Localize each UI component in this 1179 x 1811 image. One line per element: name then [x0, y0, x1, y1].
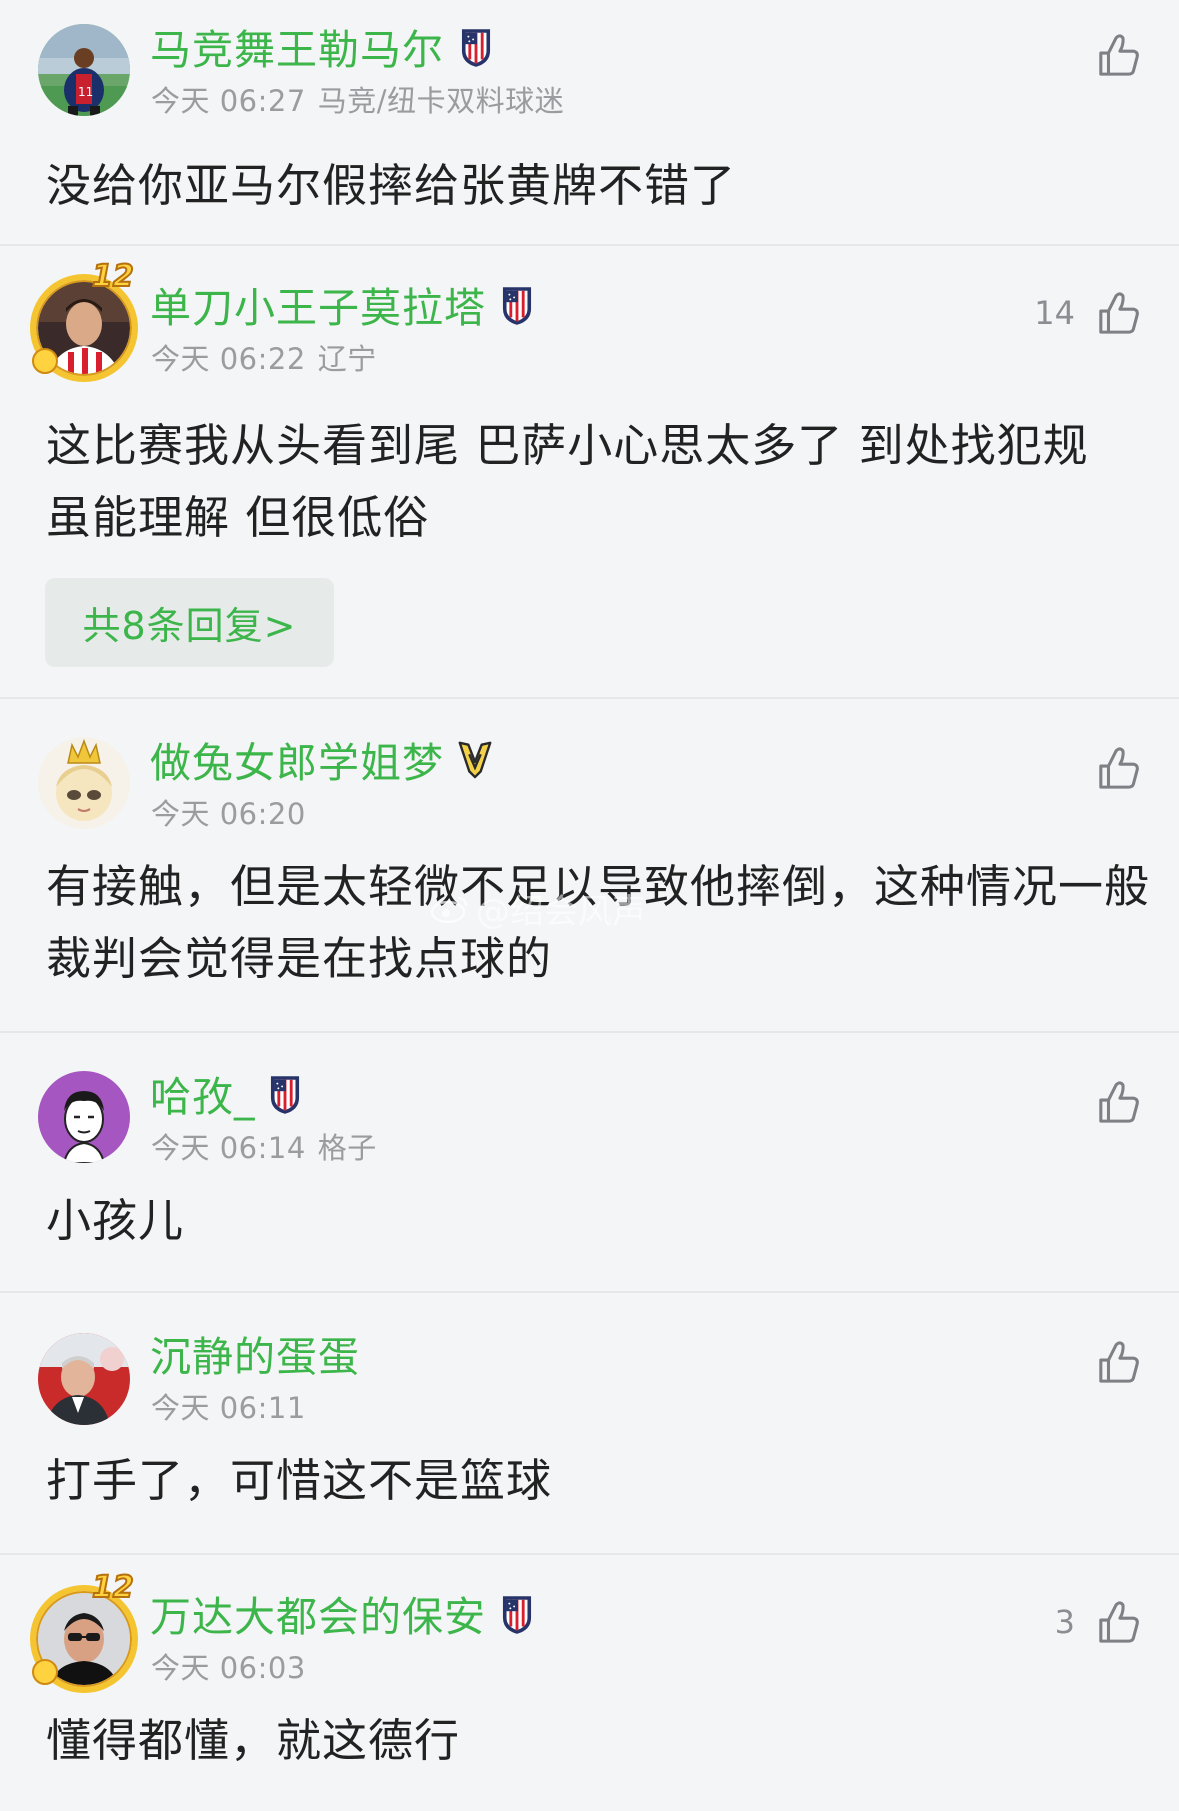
coin-icon	[32, 348, 58, 374]
like-button[interactable]: 14	[1034, 288, 1141, 338]
comment-time: 今天 06:27	[151, 84, 306, 118]
avatar[interactable]: 11	[38, 24, 130, 116]
comment-time: 今天 06:20	[151, 797, 306, 831]
comment-text: 小孩儿	[46, 1194, 185, 1247]
comment-meta: 今天 06:22 辽宁	[151, 345, 377, 374]
level-badge: 12	[91, 1570, 135, 1605]
atletico-crest-icon	[502, 287, 532, 325]
comment-item: 沉静的蛋蛋 今天 06:11 打手了，可惜这不是篮球	[0, 1293, 1179, 1553]
avatar[interactable]: 12	[30, 1572, 138, 1693]
atletico-crest-icon	[461, 29, 491, 67]
username[interactable]: 做兔女郎学姐梦	[150, 743, 444, 784]
comment-time: 今天 06:14	[151, 1131, 306, 1165]
comment-item: 哈孜_ 今天 06:14 格子 小孩儿	[0, 1033, 1179, 1291]
username[interactable]: 哈孜_	[150, 1077, 256, 1118]
comment-text: 懂得都懂，就这德行	[46, 1714, 461, 1767]
comment-meta: 今天 06:20	[151, 800, 306, 829]
username[interactable]: 单刀小王子莫拉塔	[150, 288, 486, 329]
comment-time: 今天 06:11	[151, 1391, 306, 1425]
avatar[interactable]	[38, 1333, 130, 1425]
comment-text: 有接触，但是太轻微不足以导致他摔倒，这种情况一般裁判会觉得是在找点球的	[46, 860, 1151, 985]
comment-text: 没给你亚马尔假摔给张黄牌不错了	[46, 159, 737, 212]
atletico-crest-icon	[270, 1076, 300, 1114]
atletico-crest-icon	[502, 1596, 532, 1634]
comment-meta: 今天 06:11	[151, 1394, 306, 1423]
username[interactable]: 万达大都会的保安	[150, 1597, 486, 1638]
comment-location: 格子	[317, 1131, 377, 1165]
comment-item: 12 万达大都会的保安 今天 06:03 3 懂得都懂，就这德行	[0, 1555, 1179, 1811]
comment-text: 这比赛我从头看到尾 巴萨小心思太多了 到处找犯规 虽能理解 但很低俗	[46, 419, 1089, 544]
thumbs-up-icon	[1099, 747, 1139, 789]
username[interactable]: 马竞舞王勒马尔	[150, 30, 444, 71]
coin-icon	[32, 1659, 58, 1685]
vitality-wasp-icon	[458, 741, 492, 779]
comment-time: 今天 06:03	[151, 1651, 306, 1685]
comment-item: 11 马竞舞王勒马尔 今天 06:27 马竞/纽卡双料球迷 没给你亚马尔假摔给张黄…	[0, 0, 1179, 244]
avatar[interactable]	[38, 1071, 130, 1163]
avatar[interactable]: 12	[30, 261, 138, 382]
thumbs-up-icon	[1099, 1601, 1139, 1643]
avatar[interactable]	[38, 737, 130, 829]
comment-feed: 11 马竞舞王勒马尔 今天 06:27 马竞/纽卡双料球迷 没给你亚马尔假摔给张黄…	[0, 0, 1179, 1811]
comment-meta: 今天 06:03	[151, 1654, 306, 1683]
thumbs-up-icon	[1099, 1341, 1139, 1383]
comment-location: 马竞/纽卡双料球迷	[317, 84, 565, 118]
thumbs-up-icon	[1099, 292, 1139, 334]
like-count: 3	[1054, 1603, 1075, 1641]
comment-item: 做兔女郎学姐梦 今天 06:20 有接触，但是太轻微不足以导致他摔倒，这种情况一…	[0, 699, 1179, 1031]
comment-text: 打手了，可惜这不是篮球	[46, 1454, 553, 1507]
like-button[interactable]	[1075, 1337, 1141, 1387]
comment-meta: 今天 06:27 马竞/纽卡双料球迷	[151, 87, 564, 116]
svg-text:11: 11	[78, 85, 93, 99]
view-replies-button[interactable]: 共8条回复>	[45, 578, 334, 667]
level-badge: 12	[91, 259, 135, 294]
comment-time: 今天 06:22	[151, 342, 306, 376]
comment-meta: 今天 06:14 格子	[151, 1134, 377, 1163]
thumbs-up-icon	[1099, 34, 1139, 76]
comment-item: 12 单刀小王子莫拉塔 今天 06:22 辽宁 14 这比赛我从头看到尾 巴萨小心…	[0, 246, 1179, 697]
username[interactable]: 沉静的蛋蛋	[150, 1337, 360, 1378]
like-button[interactable]: 3	[1055, 1597, 1141, 1647]
like-button[interactable]	[1075, 1077, 1141, 1127]
like-button[interactable]	[1075, 743, 1141, 793]
like-count: 14	[1034, 294, 1075, 332]
like-button[interactable]	[1075, 30, 1141, 80]
thumbs-up-icon	[1099, 1081, 1139, 1123]
comment-location: 辽宁	[317, 342, 377, 376]
